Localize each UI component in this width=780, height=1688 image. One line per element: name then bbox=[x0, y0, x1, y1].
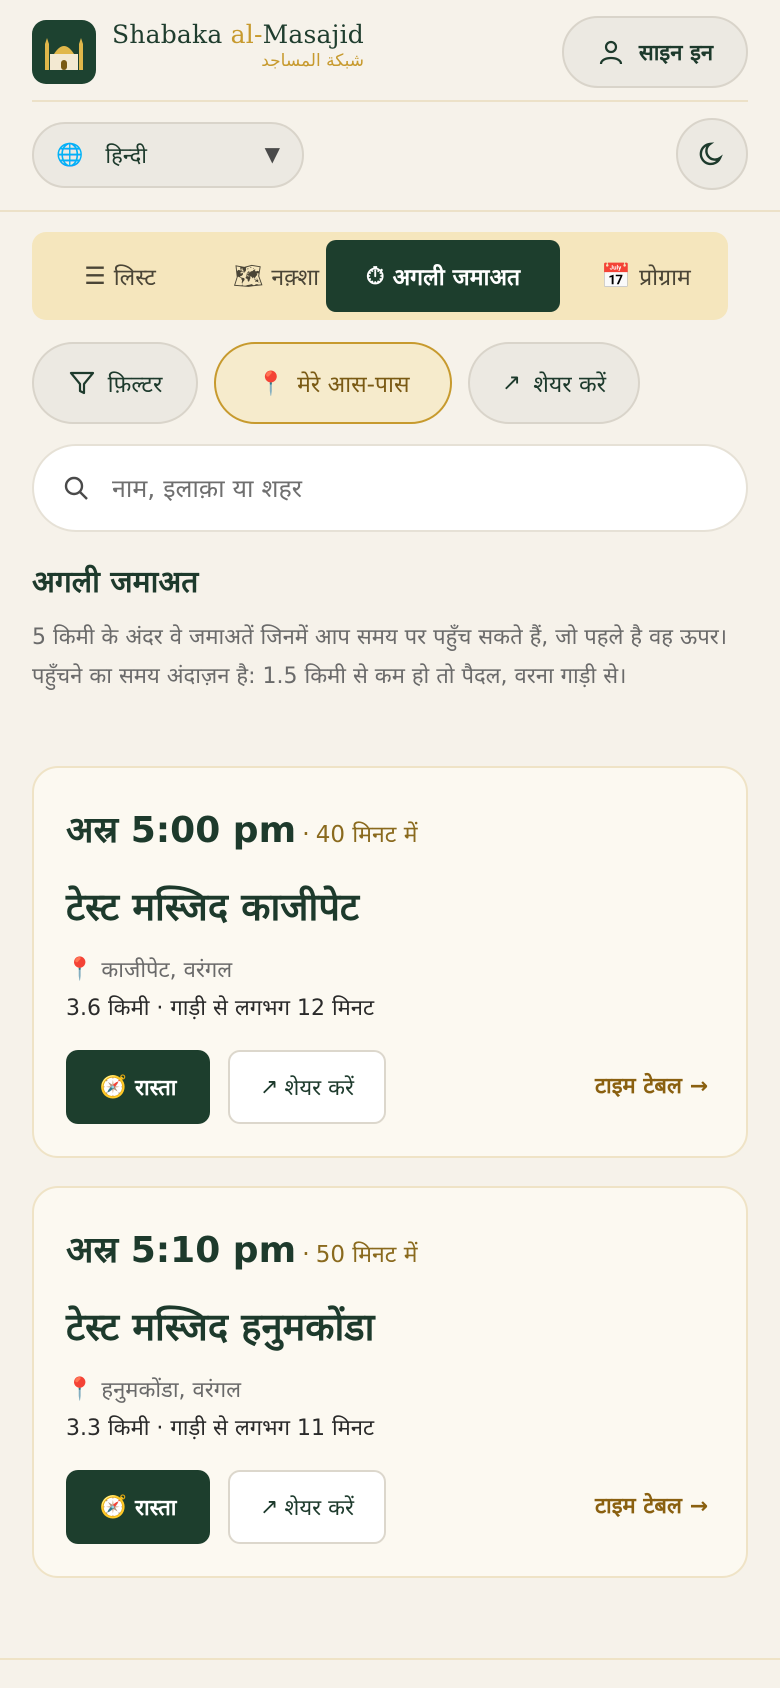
jamaat-card: अस्र 5:10 pm · 50 मिनट में टेस्ट मस्जिद … bbox=[32, 1186, 748, 1578]
user-icon bbox=[599, 40, 622, 65]
arrow-up-right-icon: ↗ bbox=[259, 1074, 279, 1100]
tab-label: नक़्शा bbox=[271, 265, 320, 291]
tab-label: अगली जमाअत bbox=[392, 265, 521, 291]
compass-icon: 🧭 bbox=[99, 1074, 127, 1100]
section-title: अगली जमाअत bbox=[32, 565, 199, 600]
timetable-link[interactable]: टाइम टेबल → bbox=[595, 1490, 708, 1520]
brand-name: Shabaka al-Masajid bbox=[112, 20, 364, 49]
caret-down-icon: ▼ bbox=[264, 142, 280, 166]
jamaat-relative-time: 40 मिनट में bbox=[315, 822, 418, 848]
search-icon bbox=[64, 476, 88, 500]
sign-in-button[interactable]: साइन इन bbox=[562, 16, 748, 88]
language-selected: हिन्दी bbox=[105, 144, 147, 169]
share-label: शेयर करें bbox=[533, 372, 607, 398]
pin-icon: 📍 bbox=[256, 370, 286, 397]
timetable-link[interactable]: टाइम टेबल → bbox=[595, 1070, 708, 1100]
calendar-icon: 📅 bbox=[601, 262, 632, 290]
divider bbox=[32, 100, 748, 102]
compass-icon: 🧭 bbox=[99, 1494, 127, 1520]
separator: · bbox=[302, 1240, 310, 1268]
route-button[interactable]: 🧭 रास्ता bbox=[66, 1050, 210, 1124]
jamaat-time: अस्र 5:00 pm bbox=[66, 810, 297, 851]
mosque-location: 📍 काजीपेट, वरंगल bbox=[66, 954, 232, 984]
sign-in-label: साइन इन bbox=[638, 41, 714, 66]
jamaat-relative-time: 50 मिनट में bbox=[315, 1242, 418, 1268]
separator: · bbox=[302, 820, 310, 848]
stopwatch-icon: ⏱ bbox=[365, 262, 385, 290]
share-button[interactable]: ↗ शेयर करें bbox=[468, 342, 640, 424]
filter-button[interactable]: फ़िल्टर bbox=[32, 342, 198, 424]
mosque-name: टेस्ट मस्जिद काजीपेट bbox=[66, 885, 360, 929]
search-box bbox=[32, 444, 748, 532]
search-input[interactable] bbox=[110, 472, 690, 504]
filter-label: फ़िल्टर bbox=[107, 372, 163, 398]
mosque-icon bbox=[45, 38, 83, 70]
pin-icon: 📍 bbox=[66, 1376, 94, 1402]
mosque-name: टेस्ट मस्जिद हनुमकोंडा bbox=[66, 1305, 375, 1349]
location-text: काजीपेट, वरंगल bbox=[101, 958, 233, 983]
divider bbox=[0, 210, 780, 212]
section-description: 5 किमी के अंदर वे जमाअतें जिनमें आप समय … bbox=[32, 625, 728, 689]
moon-icon bbox=[699, 142, 723, 166]
list-icon: ☰ bbox=[84, 262, 106, 290]
jamaat-time-row: अस्र 5:00 pm · 40 मिनट में bbox=[66, 804, 417, 853]
distance-text: 3.6 किमी · गाड़ी से लगभग 12 मिनट bbox=[66, 996, 375, 1021]
view-tabs: ☰ लिस्ट 🗺 नक़्शा ⏱ अगली जमाअत 📅 प्रोग्रा… bbox=[32, 232, 728, 320]
tab-program[interactable]: 📅 प्रोग्राम bbox=[572, 240, 720, 312]
brand-arabic: شبكة المساجد bbox=[261, 51, 364, 71]
route-label: रास्ता bbox=[134, 1496, 177, 1521]
nearby-button[interactable]: 📍 मेरे आस-पास bbox=[214, 342, 452, 424]
tab-next-jamaat[interactable]: ⏱ अगली जमाअत bbox=[326, 240, 560, 312]
arrow-up-right-icon: ↗ bbox=[259, 1494, 279, 1520]
jamaat-time-row: अस्र 5:10 pm · 50 मिनट में bbox=[66, 1224, 417, 1273]
language-select[interactable]: 🌐 हिन्दी ▼ bbox=[32, 122, 304, 188]
route-button[interactable]: 🧭 रास्ता bbox=[66, 1470, 210, 1544]
divider bbox=[0, 1658, 780, 1660]
card-share-button[interactable]: ↗ शेयर करें bbox=[228, 1050, 386, 1124]
filter-icon bbox=[69, 371, 94, 395]
globe-icon: 🌐 bbox=[56, 142, 84, 168]
tab-list[interactable]: ☰ लिस्ट bbox=[50, 240, 190, 312]
theme-toggle-button[interactable] bbox=[676, 118, 748, 190]
brand: Shabaka al-Masajid شبكة المساجد bbox=[112, 20, 364, 71]
card-share-button[interactable]: ↗ शेयर करें bbox=[228, 1470, 386, 1544]
arrow-up-right-icon: ↗ bbox=[501, 370, 522, 396]
nearby-label: मेरे आस-पास bbox=[297, 372, 410, 398]
distance-text: 3.3 किमी · गाड़ी से लगभग 11 मिनट bbox=[66, 1416, 375, 1441]
jamaat-time: अस्र 5:10 pm bbox=[66, 1230, 297, 1271]
route-label: रास्ता bbox=[134, 1076, 177, 1101]
jamaat-card: अस्र 5:00 pm · 40 मिनट में टेस्ट मस्जिद … bbox=[32, 766, 748, 1158]
logo[interactable] bbox=[32, 20, 96, 84]
pin-icon: 📍 bbox=[66, 956, 94, 982]
share-label: शेयर करें bbox=[284, 1076, 355, 1101]
share-label: शेयर करें bbox=[284, 1496, 355, 1521]
tab-label: प्रोग्राम bbox=[639, 265, 691, 291]
location-text: हनुमकोंडा, वरंगल bbox=[101, 1378, 242, 1403]
map-icon: 🗺 bbox=[232, 262, 264, 290]
tab-label: लिस्ट bbox=[113, 265, 156, 291]
app-header: Shabaka al-Masajid شبكة المساجد साइन इन bbox=[32, 16, 748, 100]
mosque-location: 📍 हनुमकोंडा, वरंगल bbox=[66, 1374, 241, 1404]
